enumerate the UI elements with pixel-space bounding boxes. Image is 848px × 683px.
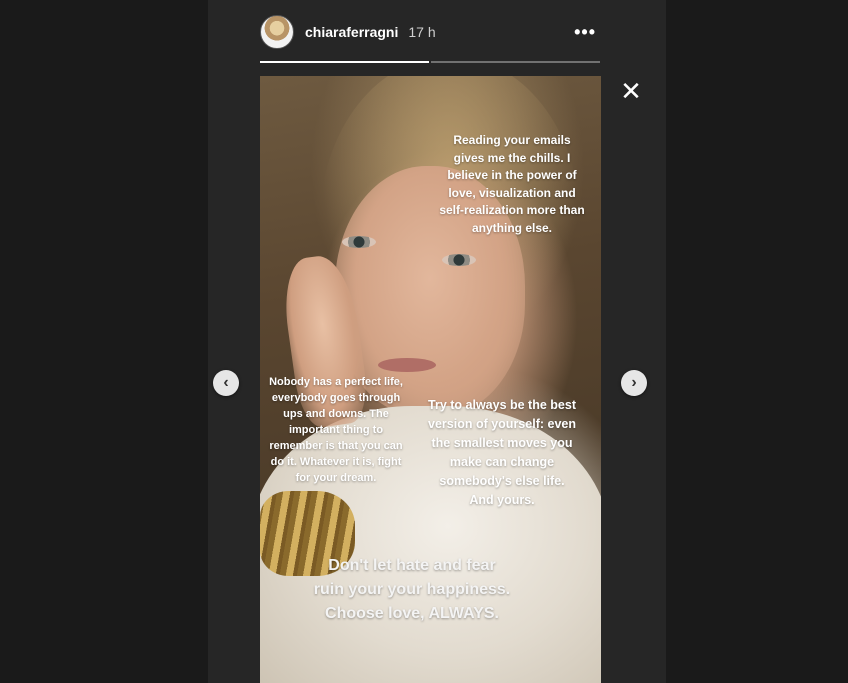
story-header: chiaraferragni 17 h ••• <box>260 14 600 50</box>
story-progress-bar <box>260 61 600 63</box>
progress-segment-viewed <box>260 61 429 63</box>
next-story-button[interactable]: › <box>621 370 647 396</box>
prev-story-button[interactable]: ‹ <box>213 370 239 396</box>
caption-nobody: Nobody has a perfect life, everybody goe… <box>269 376 403 484</box>
timestamp: 17 h <box>408 24 436 40</box>
photo-eye-left <box>342 236 376 248</box>
more-icon[interactable]: ••• <box>574 23 596 41</box>
username[interactable]: chiaraferragni <box>305 24 398 40</box>
caption-emails: Reading your emails gives me the chills.… <box>439 133 585 235</box>
caption-try: Try to always be the best version of you… <box>428 398 576 507</box>
story-media[interactable]: Reading your emails gives me the chills.… <box>260 76 601 683</box>
close-icon[interactable]: ✕ <box>620 78 642 104</box>
chevron-left-icon: ‹ <box>223 374 229 391</box>
photo-eye-right <box>442 254 476 266</box>
progress-segment-pending <box>431 61 600 63</box>
profile-avatar[interactable] <box>260 15 294 49</box>
photo-lips <box>378 358 436 372</box>
caption-hate: Don't let hate and fear ruin your your h… <box>313 557 511 622</box>
chevron-right-icon: › <box>631 374 637 391</box>
